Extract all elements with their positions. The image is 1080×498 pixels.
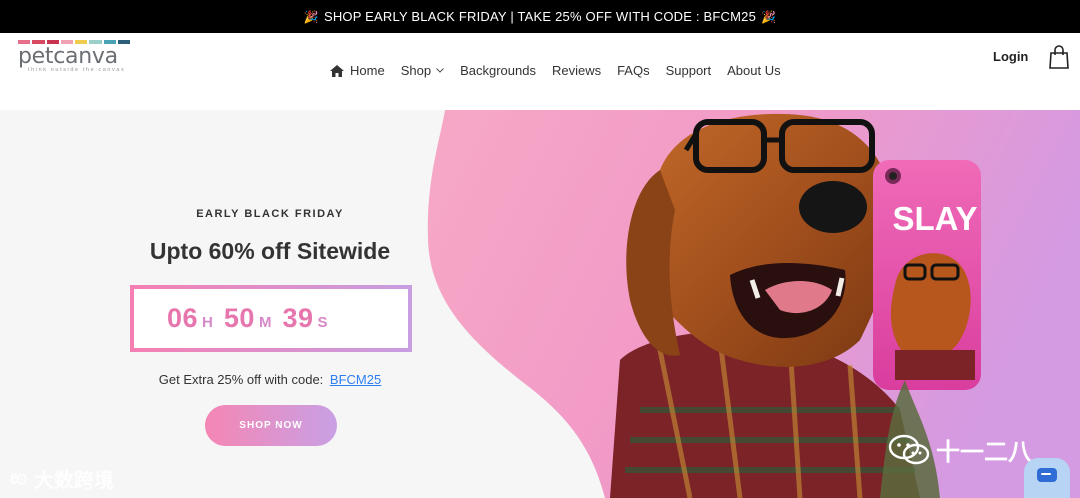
nav-support-label: Support: [665, 63, 712, 78]
nav-about-us-label: About Us: [727, 63, 781, 78]
nav-about-us[interactable]: About Us: [727, 63, 780, 78]
nav-backgrounds-label: Backgrounds: [460, 63, 536, 78]
nav-faqs-label: FAQs: [617, 63, 650, 78]
watermark-right: 十一二八: [888, 432, 1032, 467]
wechat-icon: [888, 434, 930, 464]
countdown-hours-unit: H: [202, 314, 213, 331]
logo-stripe-segment: [117, 40, 130, 44]
countdown-hours: 06: [167, 303, 199, 333]
nav-shop-label: Shop: [400, 63, 432, 78]
site-header: petcanva think outside the canvas Home S…: [0, 33, 1080, 110]
watermark-right-text: 十一二八: [936, 439, 1032, 466]
nav-faqs[interactable]: FAQs: [617, 63, 650, 78]
hero-headline: Upto 60% off Sitewide: [149, 238, 391, 264]
shopping-bag-icon[interactable]: [1047, 45, 1071, 69]
logo-tagline: think outside the canvas: [28, 67, 126, 73]
chat-button[interactable]: [1024, 458, 1070, 498]
home-icon: [330, 64, 344, 77]
hero-eyebrow: EARLY BLACK FRIDAY: [196, 208, 344, 220]
countdown-seconds: 39: [282, 303, 314, 333]
countdown-minutes-unit: M: [258, 314, 272, 331]
watermark-left-text: 大数跨境: [33, 470, 114, 492]
nav-shop[interactable]: Shop: [401, 63, 444, 78]
watermark-logo-icon: ℓ⊙: [10, 470, 28, 488]
nav-backgrounds[interactable]: Backgrounds: [460, 63, 536, 78]
chevron-down-icon: [436, 68, 444, 73]
announcement-text: SHOP EARLY BLACK FRIDAY | TAKE 25% OFF W…: [323, 9, 757, 24]
party-popper-icon: 🎉: [761, 9, 777, 24]
hero-banner: SLAY EARLY BLACK FRIDAY Upto 60% off Sit…: [0, 110, 1080, 498]
countdown-timer: 06 H 50 M 39 S: [130, 285, 412, 352]
nav-support[interactable]: Support: [666, 63, 712, 78]
nav-reviews[interactable]: Reviews: [552, 63, 601, 78]
nav-home-label: Home: [350, 63, 385, 78]
party-popper-icon: 🎉: [303, 9, 319, 24]
countdown-inner: 06 H 50 M 39 S: [134, 289, 408, 348]
logo[interactable]: petcanva think outside the canvas: [18, 40, 134, 78]
shop-now-button[interactable]: SHOP NOW: [205, 405, 337, 446]
nav-home[interactable]: Home: [330, 63, 385, 78]
watermark-left: ℓ⊙ 大数跨境: [10, 464, 114, 493]
promo-line: Get Extra 25% off with code: BFCM25: [110, 372, 430, 387]
phone-case-text: SLAY: [893, 200, 978, 237]
promo-text: Get Extra 25% off with code:: [158, 372, 324, 387]
countdown-seconds-unit: S: [317, 314, 328, 331]
promo-code-link[interactable]: BFCM25: [330, 372, 381, 387]
main-nav: Home Shop Backgrounds Reviews FAQs Suppo…: [330, 63, 797, 78]
nav-reviews-label: Reviews: [551, 63, 602, 78]
chat-icon: [1037, 468, 1057, 482]
announcement-bar: 🎉 SHOP EARLY BLACK FRIDAY | TAKE 25% OFF…: [0, 0, 1080, 33]
countdown-minutes: 50: [223, 303, 255, 333]
login-link[interactable]: Login: [993, 49, 1028, 64]
